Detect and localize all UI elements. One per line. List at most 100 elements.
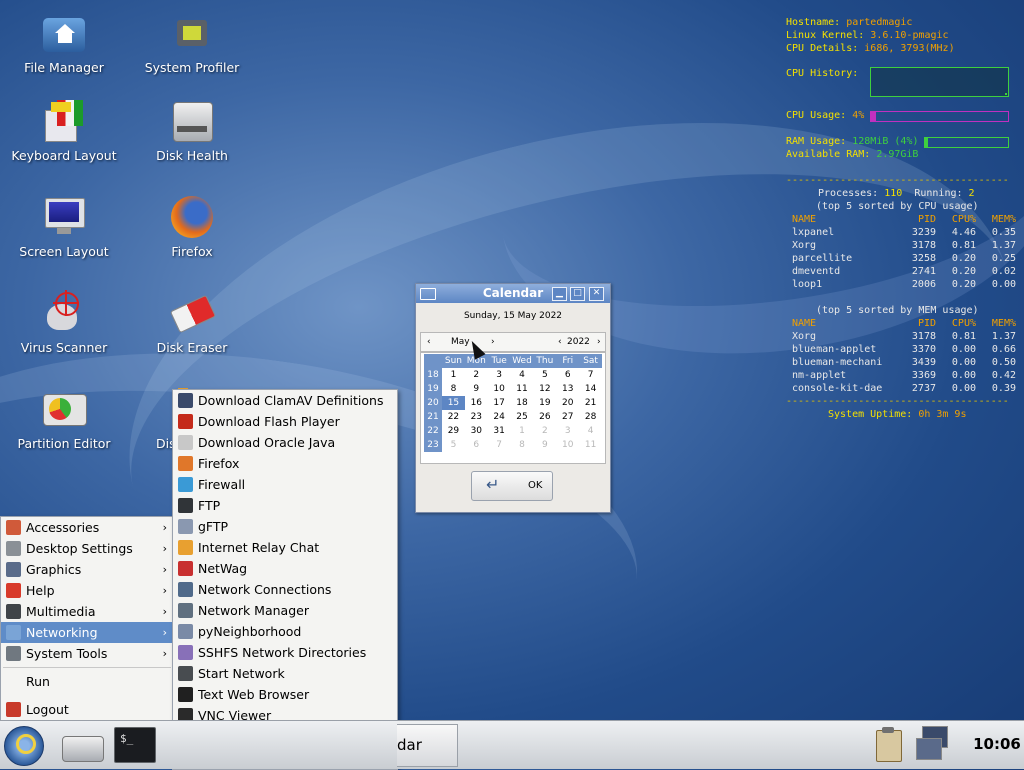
kernel-line: Linux Kernel: 3.6.10-pmagic [786,30,949,41]
calendar-day[interactable]: 1 [511,424,534,438]
menu-item-internet-relay-chat[interactable]: Internet Relay Chat [173,537,397,558]
menu-item-download-flash-player[interactable]: Download Flash Player [173,411,397,432]
menu-item-help[interactable]: Help › [1,580,173,601]
desktop-icon-firefox[interactable]: Firefox [132,194,252,259]
maximize-button[interactable]: □ [570,287,585,301]
menu-item-network-manager[interactable]: Network Manager [173,600,397,621]
process-pid: 3178 [911,240,936,251]
desktop-icon-system-profiler[interactable]: System Profiler [132,10,252,75]
menu-item-network-connections[interactable]: Network Connections [173,579,397,600]
calendar-day[interactable]: 4 [579,424,602,438]
desktop-icon-virus-scanner[interactable]: Virus Scanner [4,290,124,355]
menu-item-desktop-settings[interactable]: Desktop Settings › [1,538,173,559]
calendar-day[interactable]: 10 [488,382,511,396]
calendar-day[interactable]: 6 [465,438,488,452]
menu-item-download-clamav-definitions[interactable]: Download ClamAV Definitions [173,390,397,411]
desktop-icon-dis[interactable]: Dis [118,386,188,451]
menu-item-ftp[interactable]: FTP [173,495,397,516]
start-menu-button[interactable] [2,724,46,766]
calendar-day[interactable]: 3 [556,424,579,438]
calendar-day[interactable]: 16 [465,396,488,410]
calendar-day[interactable]: 14 [579,382,602,396]
calendar-day[interactable]: 31 [488,424,511,438]
terminal-launcher[interactable]: $_ [112,724,156,766]
calendar-day[interactable]: 25 [511,410,534,424]
calendar-day[interactable]: 7 [579,368,602,382]
menu-item-firefox[interactable]: Firefox [173,453,397,474]
networking-submenu: Download ClamAV Definitions Download Flas… [172,389,398,770]
close-button[interactable]: ✕ [589,287,604,301]
clipboard-tray-icon[interactable] [866,724,910,766]
menu-item-run[interactable]: Run [1,671,173,692]
process-pid: 2737 [911,383,936,394]
calendar-day[interactable]: 2 [533,424,556,438]
ok-button[interactable]: ↵ OK [471,471,553,501]
menu-item-multimedia[interactable]: Multimedia › [1,601,173,622]
calendar-day[interactable]: 5 [442,438,465,452]
menu-item-start-network[interactable]: Start Network [173,663,397,684]
next-month-button[interactable]: › [491,333,495,351]
desktop-icon-keyboard-layout[interactable]: Keyboard Layout [4,98,124,163]
network-tray-icon[interactable] [914,724,958,766]
calendar-day[interactable]: 2 [465,368,488,382]
process-row: parcellite 3258 0.20 0.25 [786,252,1016,265]
calendar-day[interactable]: 18 [511,396,534,410]
menu-item-download-oracle-java[interactable]: Download Oracle Java [173,432,397,453]
calendar-day[interactable]: 29 [442,424,465,438]
desktop-icon-file-manager[interactable]: File Manager [4,10,124,75]
calendar-day[interactable]: 6 [556,368,579,382]
calendar-day[interactable]: 1 [442,368,465,382]
calendar-day[interactable]: 15 [442,396,465,410]
desktop-icon-partition-editor[interactable]: Partition Editor [4,386,124,451]
menu-item-gftp[interactable]: gFTP [173,516,397,537]
calendar-day[interactable]: 28 [579,410,602,424]
calendar-day[interactable]: 17 [488,396,511,410]
menu-item-pyneighborhood[interactable]: pyNeighborhood [173,621,397,642]
calendar-day[interactable]: 23 [465,410,488,424]
menu-item-system-tools[interactable]: System Tools › [1,643,173,664]
calendar-day[interactable]: 5 [533,368,556,382]
menu-item-sshfs-network-directories[interactable]: SSHFS Network Directories [173,642,397,663]
calendar-week-row: 21 22 23 24 25 26 27 28 [424,410,602,424]
calendar-day[interactable]: 20 [556,396,579,410]
calendar-day[interactable]: 13 [556,382,579,396]
calendar-titlebar[interactable]: Calendar ▁ □ ✕ [416,284,610,303]
desktop-icon-disk-eraser[interactable]: Disk Eraser [132,290,252,355]
calendar-day[interactable]: 30 [465,424,488,438]
calendar-day[interactable]: 8 [511,438,534,452]
calendar-day[interactable]: 4 [511,368,534,382]
desktop-icon-screen-layout[interactable]: Screen Layout [4,194,124,259]
calendar-day[interactable]: 19 [533,396,556,410]
prev-year-button[interactable]: ‹ [558,333,562,351]
menu-item-accessories[interactable]: Accessories › [1,517,173,538]
desktop-icon-disk-health[interactable]: Disk Health [132,98,252,163]
calendar-day[interactable]: 11 [579,438,602,452]
submenu-arrow-icon: › [162,542,167,555]
calendar-day[interactable]: 8 [442,382,465,396]
taskbar-window-button[interactable]: dar [397,724,458,767]
calendar-day[interactable]: 9 [465,382,488,396]
menu-item-text-web-browser[interactable]: Text Web Browser [173,684,397,705]
window-menu-icon[interactable] [420,288,436,300]
calendar-day[interactable]: 11 [511,382,534,396]
calendar-day[interactable]: 26 [533,410,556,424]
minimize-button[interactable]: ▁ [552,287,567,301]
menu-item-logout[interactable]: Logout [1,699,173,720]
calendar-day[interactable]: 3 [488,368,511,382]
menu-item-netwag[interactable]: NetWag [173,558,397,579]
calendar-day[interactable]: 21 [579,396,602,410]
calendar-day[interactable]: 12 [533,382,556,396]
calendar-day[interactable]: 22 [442,410,465,424]
file-manager-launcher[interactable] [58,724,104,766]
calendar-day[interactable]: 10 [556,438,579,452]
menu-item-firewall[interactable]: Firewall [173,474,397,495]
prev-month-button[interactable]: ‹ [427,333,431,351]
menu-item-graphics[interactable]: Graphics › [1,559,173,580]
next-year-button[interactable]: › [597,333,601,351]
calendar-day[interactable]: 27 [556,410,579,424]
calendar-day[interactable]: 7 [488,438,511,452]
menu-item-networking[interactable]: Networking › [1,622,173,643]
clock[interactable]: 10:06 [970,721,1024,769]
calendar-day[interactable]: 24 [488,410,511,424]
calendar-day[interactable]: 9 [533,438,556,452]
